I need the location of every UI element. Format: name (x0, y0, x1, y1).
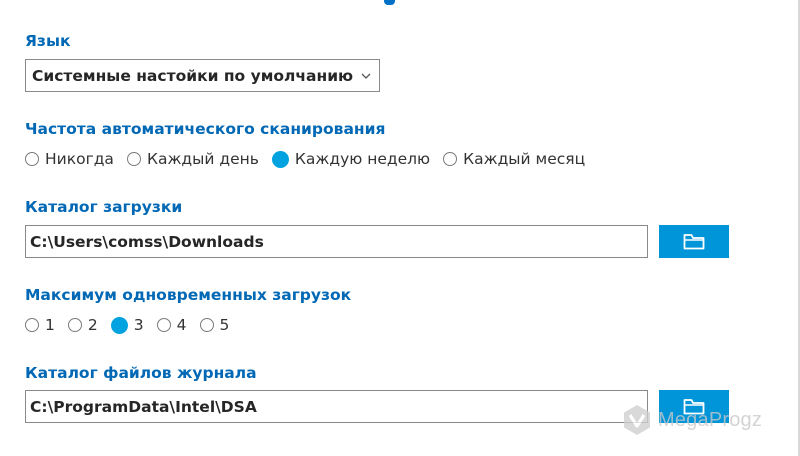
log-dir-value: C:\ProgramData\Intel\DSA (30, 397, 257, 416)
log-dir-field[interactable]: C:\ProgramData\Intel\DSA (25, 390, 648, 423)
radio-indicator (126, 152, 141, 166)
radio-max-downloads-2[interactable]: 2 (67, 316, 98, 334)
radio-label: 4 (176, 316, 187, 334)
watermark: MegaProgz (622, 402, 782, 438)
window-title-fragment (0, 0, 800, 6)
radio-indicator (443, 152, 458, 166)
radio-indicator (25, 318, 39, 332)
radio-max-downloads-4[interactable]: 4 (156, 316, 187, 334)
language-label: Язык (25, 32, 71, 50)
radio-label: Никогда (45, 150, 114, 168)
radio-scan-monthly[interactable]: Каждый месяц (443, 150, 585, 168)
download-dir-browse-button[interactable] (659, 225, 729, 258)
download-dir-value: C:\Users\comss\Downloads (30, 232, 264, 251)
chevron-down-icon (361, 73, 371, 79)
language-select[interactable]: Системные настойки по умолчанию (25, 59, 380, 92)
radio-label: 3 (133, 316, 144, 334)
watermark-text: MegaProgz (658, 408, 763, 431)
radio-label: 1 (45, 316, 55, 334)
radio-indicator (156, 318, 171, 332)
radio-indicator (199, 318, 214, 332)
max-downloads-group: 1 2 3 4 5 (25, 314, 242, 336)
watermark-logo-icon (624, 405, 650, 435)
radio-label: Каждую неделю (294, 150, 431, 168)
radio-label: 2 (87, 316, 98, 334)
radio-label: 5 (219, 316, 230, 334)
radio-indicator-selected (110, 316, 128, 334)
download-dir-field[interactable]: C:\Users\comss\Downloads (25, 225, 648, 258)
radio-scan-never[interactable]: Никогда (25, 150, 114, 168)
scan-frequency-label: Частота автоматического сканирования (25, 120, 386, 138)
radio-label: Каждый месяц (463, 150, 586, 168)
folder-icon (683, 234, 705, 250)
radio-max-downloads-3[interactable]: 3 (110, 316, 144, 334)
language-select-value: Системные настойки по умолчанию (32, 66, 354, 85)
radio-label: Каждый день (146, 150, 259, 168)
radio-indicator-selected (271, 150, 289, 168)
radio-scan-weekly[interactable]: Каждую неделю (271, 150, 431, 168)
radio-indicator (25, 152, 39, 166)
scan-frequency-group: Никогда Каждый день Каждую неделю Каждый… (25, 148, 598, 170)
radio-max-downloads-1[interactable]: 1 (25, 316, 55, 334)
radio-scan-daily[interactable]: Каждый день (126, 150, 259, 168)
max-downloads-label: Максимум одновременных загрузок (25, 286, 352, 304)
log-dir-label: Каталог файлов журнала (25, 364, 257, 382)
download-dir-label: Каталог загрузки (25, 198, 183, 216)
radio-indicator (67, 318, 82, 332)
radio-max-downloads-5[interactable]: 5 (199, 316, 230, 334)
